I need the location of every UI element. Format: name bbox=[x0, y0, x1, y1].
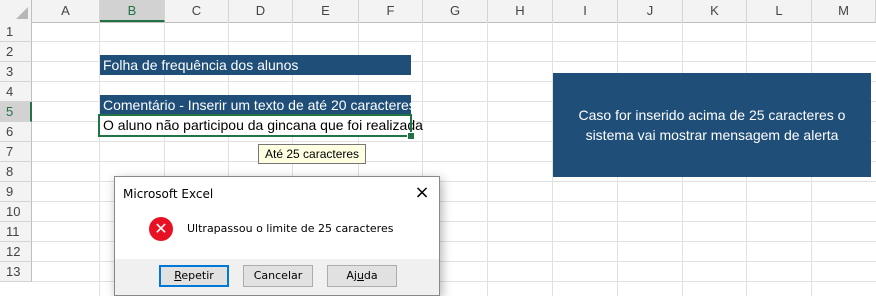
column-header-f[interactable]: F bbox=[359, 0, 423, 22]
row-header-5[interactable]: 5 bbox=[0, 102, 32, 122]
row-header-3[interactable]: 3 bbox=[0, 62, 32, 82]
row-header-10[interactable]: 10 bbox=[0, 202, 32, 222]
column-header-m[interactable]: M bbox=[812, 0, 876, 22]
alert-dialog: Microsoft Excel × ✕ Ultrapassou o limite… bbox=[114, 176, 440, 296]
fill-handle[interactable] bbox=[407, 132, 415, 140]
close-icon[interactable]: × bbox=[407, 181, 437, 205]
gridline bbox=[32, 41, 876, 42]
row-header-6[interactable]: 6 bbox=[0, 122, 32, 142]
input-message-tooltip: Até 25 caracteres bbox=[258, 144, 367, 164]
column-header-e[interactable]: E bbox=[293, 0, 359, 22]
row-header-9[interactable]: 9 bbox=[0, 182, 32, 202]
column-header-i[interactable]: I bbox=[553, 0, 618, 22]
row-header-4[interactable]: 4 bbox=[0, 82, 32, 102]
column-header-l[interactable]: L bbox=[747, 0, 812, 22]
dialog-footer: Repetir Cancelar Ajuda bbox=[115, 259, 439, 295]
column-header-g[interactable]: G bbox=[423, 0, 488, 22]
row-header-7[interactable]: 7 bbox=[0, 142, 32, 162]
select-all-triangle-icon bbox=[16, 7, 28, 19]
column-header-row: A B C D E F G H I J K L M bbox=[0, 0, 876, 23]
row-header-11[interactable]: 11 bbox=[0, 222, 32, 242]
cell-b4-comment-header[interactable]: Comentário - Inserir um texto de até 20 … bbox=[100, 95, 411, 115]
dialog-body: ✕ Ultrapassou o limite de 25 caracteres bbox=[115, 211, 439, 261]
column-header-j[interactable]: J bbox=[618, 0, 683, 22]
help-mnemonic: u bbox=[356, 269, 364, 282]
dialog-title: Microsoft Excel bbox=[123, 187, 214, 201]
dialog-message: Ultrapassou o limite de 25 caracteres bbox=[187, 222, 394, 235]
column-header-b[interactable]: B bbox=[100, 0, 165, 22]
retry-label: epetir bbox=[181, 269, 214, 282]
active-cell-border bbox=[98, 114, 412, 137]
row-header-12[interactable]: 12 bbox=[0, 242, 32, 262]
column-header-k[interactable]: K bbox=[683, 0, 747, 22]
cell-b2-title[interactable]: Folha de frequência dos alunos bbox=[100, 55, 411, 75]
row-header-2[interactable]: 2 bbox=[0, 42, 32, 62]
help-label-end: da bbox=[363, 269, 378, 282]
select-all-corner[interactable] bbox=[0, 0, 32, 22]
error-icon: ✕ bbox=[149, 217, 173, 241]
column-header-h[interactable]: H bbox=[488, 0, 553, 22]
help-button[interactable]: Ajuda bbox=[327, 265, 397, 287]
gridline bbox=[487, 22, 488, 296]
column-header-d[interactable]: D bbox=[229, 0, 293, 22]
help-label-start: Aj bbox=[346, 269, 357, 282]
row-header-13[interactable]: 13 bbox=[0, 262, 32, 282]
info-note-box: Caso for inserido acima de 25 caracteres… bbox=[553, 73, 871, 177]
column-header-a[interactable]: A bbox=[32, 0, 100, 22]
cancel-button[interactable]: Cancelar bbox=[243, 265, 313, 287]
retry-button[interactable]: Repetir bbox=[159, 265, 229, 287]
row-header-8[interactable]: 8 bbox=[0, 162, 32, 182]
row-header-1[interactable]: 1 bbox=[0, 22, 32, 42]
column-header-c[interactable]: C bbox=[165, 0, 229, 22]
